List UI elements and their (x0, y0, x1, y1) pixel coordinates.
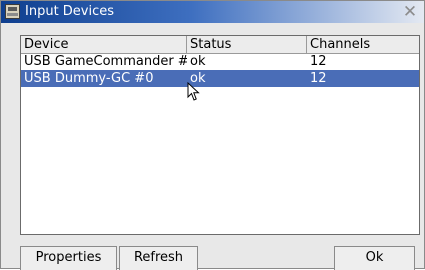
close-icon[interactable]: ✕ (401, 3, 419, 21)
table-row-selected[interactable]: USB Dummy-GC #0 ok 12 (21, 70, 419, 87)
refresh-button[interactable]: Refresh (119, 246, 198, 270)
mouse-cursor-icon (187, 82, 200, 101)
device-channels: 12 (310, 54, 327, 69)
properties-button[interactable]: Properties (20, 246, 117, 270)
list-header: Device Status Channels (21, 36, 419, 54)
device-status: ok (190, 54, 206, 69)
window-title: Input Devices (25, 4, 115, 19)
device-name: USB GameCommander # (24, 54, 187, 69)
device-name: USB Dummy-GC #0 (24, 71, 154, 86)
column-header-status[interactable]: Status (187, 36, 307, 53)
column-header-channels[interactable]: Channels (307, 36, 419, 53)
device-channels: 12 (310, 71, 327, 86)
input-devices-window: Input Devices ✕ Device Status Channels U… (0, 0, 425, 270)
ok-button[interactable]: Ok (334, 246, 415, 270)
column-header-device[interactable]: Device (21, 36, 187, 53)
table-row[interactable]: USB GameCommander # ok 12 (21, 53, 419, 70)
device-list[interactable]: Device Status Channels USB GameCommander… (20, 35, 420, 235)
title-bar[interactable]: Input Devices ✕ (1, 1, 424, 23)
device-status: ok (190, 71, 206, 86)
input-devices-icon (5, 4, 20, 19)
